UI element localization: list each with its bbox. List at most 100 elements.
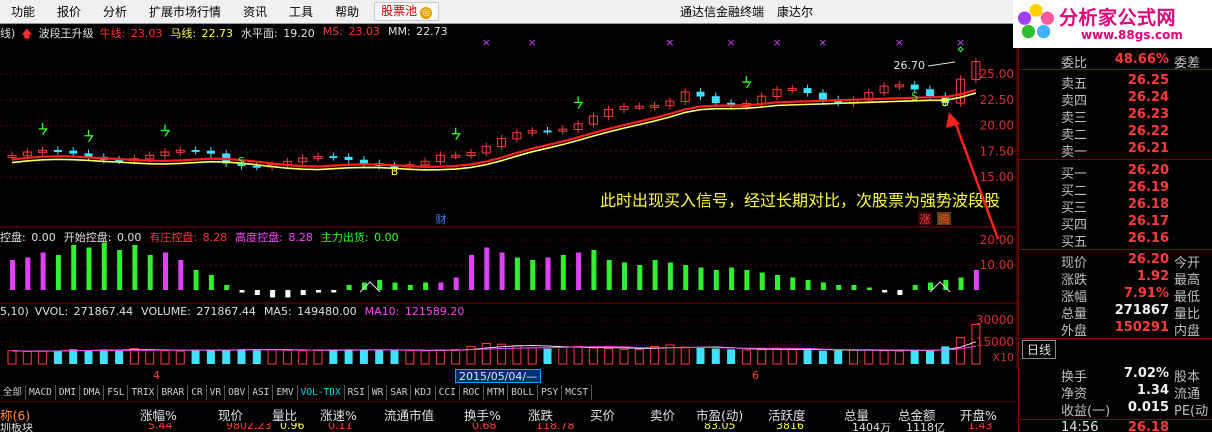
control-axis-label: 10.00	[980, 258, 1014, 272]
column-header[interactable]: 流通市值	[384, 405, 434, 424]
formula-tab[interactable]: TRIX	[128, 385, 159, 400]
extra-value: 1.34	[1136, 383, 1169, 398]
column-header[interactable]: 换手%	[464, 405, 501, 424]
bid-row[interactable]: 买五 26.16	[1019, 231, 1212, 250]
ask-row[interactable]: 卖一 26.21	[1019, 141, 1212, 160]
formula-tab[interactable]: KDJ	[411, 385, 436, 400]
formula-tab[interactable]: CR	[188, 385, 207, 400]
niuxian-value: 23.03	[130, 27, 163, 40]
candle-body	[329, 156, 338, 159]
candle-body	[206, 150, 215, 154]
vvol-label: VVOL:	[34, 305, 69, 318]
control-panel-row: 控盘: 0.00 开始控盘: 0.00 有庄控盘: 8.28 高度控盘: 8.2…	[0, 229, 403, 244]
control-bar	[163, 252, 168, 290]
table-row[interactable]: 圳板块 5.44 9802.23 0.96 0.11 0.68 118.78 83.05 381…	[0, 423, 1018, 432]
signal-marker-icon: ×	[772, 36, 781, 49]
formula-tab[interactable]: BOLL	[508, 385, 539, 400]
start-kongpan-label: 开始控盘:	[63, 231, 112, 244]
formula-tab[interactable]: PSY	[538, 385, 563, 400]
formula-tab[interactable]: 全部	[0, 385, 27, 400]
table-cell: 3816	[776, 423, 804, 432]
formula-tab[interactable]: EMV	[273, 385, 298, 400]
buy-arrow-icon	[161, 129, 171, 137]
menu-extended-market[interactable]: 扩展市场行情	[138, 0, 232, 24]
formula-tab[interactable]: WR	[369, 385, 388, 400]
ask-row[interactable]: 卖二 26.22	[1019, 124, 1212, 143]
bid-row[interactable]: 买四 26.17	[1019, 214, 1212, 233]
bid-row[interactable]: 买一 26.20	[1019, 163, 1212, 182]
buy-arrow-icon	[742, 81, 752, 89]
formula-tab[interactable]: SAR	[387, 385, 412, 400]
formula-tab[interactable]: MTM	[484, 385, 509, 400]
table-cell: 9802.23	[226, 423, 272, 432]
column-header[interactable]: 现价	[218, 405, 243, 424]
formula-tab[interactable]: RSI	[345, 385, 369, 400]
stock-pool-icon: ◎	[420, 7, 433, 19]
formula-tab[interactable]: CCI	[436, 385, 460, 400]
column-header[interactable]: 买价	[590, 405, 615, 424]
formula-tab[interactable]: MCST	[562, 385, 593, 400]
bid-row[interactable]: 买三 26.18	[1019, 197, 1212, 216]
column-header[interactable]: 量比	[272, 405, 297, 424]
menu-function[interactable]: 功能	[0, 0, 46, 24]
bid-row[interactable]: 买二 26.19	[1019, 180, 1212, 199]
niuxian-line	[11, 88, 977, 168]
control-bar	[438, 282, 444, 290]
control-bar	[423, 282, 429, 290]
price-axis-label: 22.50	[980, 93, 1014, 107]
menu-news[interactable]: 资讯	[232, 0, 278, 24]
formula-tab[interactable]: VR	[207, 385, 226, 400]
menu-help[interactable]: 帮助	[324, 0, 370, 24]
column-header[interactable]: 总金额	[898, 405, 936, 424]
formula-tab[interactable]: ASI	[249, 385, 274, 400]
control-bar	[25, 257, 31, 290]
control-bar	[453, 277, 459, 290]
menu-tools[interactable]: 工具	[278, 0, 324, 24]
candle-body	[191, 149, 200, 152]
ask-row[interactable]: 卖四 26.24	[1019, 90, 1212, 109]
indicator-name[interactable]: 波段王升级	[39, 25, 96, 40]
volume-bar	[894, 350, 904, 365]
column-header[interactable]: 市盈(动)	[696, 405, 743, 424]
formula-tab[interactable]: MACD	[26, 385, 56, 400]
column-header[interactable]: 活跃度	[768, 405, 806, 424]
column-header[interactable]: 涨速%	[320, 405, 357, 424]
formula-tab[interactable]: DMI	[56, 385, 81, 400]
ask-row[interactable]: 卖三 26.23	[1019, 107, 1212, 126]
formula-tab[interactable]: OBV	[225, 385, 250, 400]
stat-value: 7.91%	[1123, 286, 1169, 301]
stat-row: 外盘 150291 内盘	[1019, 320, 1212, 339]
volume-bar	[420, 350, 430, 365]
column-header[interactable]: 称(6)	[0, 405, 30, 424]
volume-bar	[772, 348, 782, 365]
weibi-value: 48.66%	[1114, 52, 1169, 67]
menu-quote[interactable]: 报价	[46, 0, 92, 24]
ask-row[interactable]: 卖五 26.25	[1019, 73, 1212, 92]
control-bar	[469, 255, 474, 290]
chart-area[interactable]: 25.00 22.50 20.00 17.50 15.00 × × × × × × × × ⋄ S B S B 26…	[0, 24, 1018, 369]
column-header[interactable]: 总量	[844, 405, 869, 424]
column-header[interactable]: 卖价	[650, 405, 675, 424]
formula-tab[interactable]: DMA	[80, 385, 105, 400]
volume-bar	[206, 349, 215, 364]
control-bar	[346, 285, 352, 290]
column-header[interactable]: 涨跌	[528, 405, 553, 424]
volume-bar	[38, 350, 48, 365]
column-header[interactable]: 开盘%	[960, 405, 997, 424]
month-left: 4	[153, 369, 160, 382]
formula-tab[interactable]: ROC	[460, 385, 484, 400]
annotation-arrow-head	[946, 112, 960, 128]
menu-analysis[interactable]: 分析	[92, 0, 138, 24]
control-bar	[530, 260, 536, 290]
formula-tab[interactable]: BRAR	[158, 385, 189, 400]
column-header[interactable]: 涨幅%	[140, 405, 177, 424]
ask-label: 卖一	[1061, 145, 1088, 160]
control-bar	[882, 290, 888, 293]
logo-url: www.88gs.com	[1081, 28, 1183, 42]
tab-daily[interactable]: 日线	[1022, 340, 1057, 359]
formula-tab[interactable]: VOL-TDX	[298, 385, 345, 400]
maxian-value: 22.73	[201, 27, 234, 40]
volume-bar	[573, 345, 583, 365]
stock-pool-button[interactable]: 股票池 ◎	[374, 2, 440, 21]
formula-tab[interactable]: FSL	[104, 385, 129, 400]
